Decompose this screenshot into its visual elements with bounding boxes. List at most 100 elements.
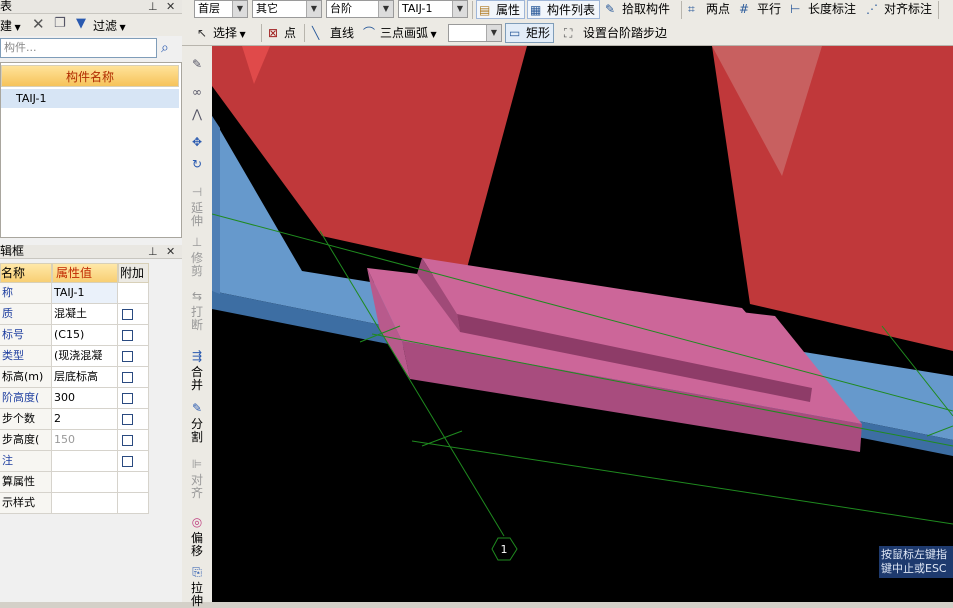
length-dim-icon[interactable]: ⊢ — [790, 2, 800, 16]
prop-checkbox[interactable] — [122, 309, 133, 320]
prop-value[interactable] — [52, 472, 118, 493]
prop-name: 步个数 — [0, 409, 52, 430]
prop-value[interactable]: (现浇混凝 — [52, 346, 118, 367]
category-select[interactable]: 其它 ▼ — [252, 0, 322, 18]
parallel-icon[interactable]: # — [739, 2, 749, 16]
filter-button[interactable]: 过滤 ▼ — [93, 17, 126, 34]
prop-value[interactable]: TAIJ-1 — [52, 283, 118, 304]
prop-value[interactable]: 300 — [52, 388, 118, 409]
category-select-value: 其它 — [256, 2, 278, 15]
move-icon[interactable]: ✥ — [190, 136, 204, 149]
two-points-icon[interactable]: ⌗ — [688, 2, 695, 16]
component-list: 构件名称 TAIJ-1 — [0, 62, 182, 238]
prop-checkbox[interactable] — [122, 414, 133, 425]
parallel-button[interactable]: 平行 — [757, 0, 781, 18]
prop-name: 称 — [0, 283, 52, 304]
prop-value[interactable] — [52, 451, 118, 472]
list-toolbar: 建 ▼ ✕ ❐ ▼ 过滤 ▼ — [0, 14, 182, 36]
rect-button[interactable]: ▭ 矩形 — [505, 23, 554, 43]
left-panel: 表 ⊥ ✕ 建 ▼ ✕ ❐ ▼ 过滤 ▼ 构件... ⌕ 构件名称 TAIJ-1… — [0, 0, 182, 602]
separator — [304, 24, 305, 42]
property-button[interactable]: ▤ 属性 — [476, 0, 525, 19]
prop-checkbox[interactable] — [122, 435, 133, 446]
pin-icon[interactable]: ⊥ — [148, 0, 158, 13]
prop-name: 标高(m) — [0, 367, 52, 388]
merge-label[interactable]: 合并 — [190, 366, 204, 392]
point-icon: ⊠ — [268, 26, 279, 40]
offset-icon: ◎ — [191, 515, 203, 529]
prop-value[interactable]: 2 — [52, 409, 118, 430]
length-dim-button[interactable]: 长度标注 — [808, 0, 856, 18]
viewport-3d[interactable]: 1 — [212, 46, 953, 602]
chevron-down-icon: ▼ — [486, 25, 501, 41]
arc-button[interactable]: 三点画弧 ▼ — [380, 24, 437, 44]
rotate-icon[interactable]: ↻ — [190, 158, 204, 171]
pick-button[interactable]: 拾取构件 — [622, 0, 670, 18]
prop-name: 类型 — [0, 346, 52, 367]
align-dim-icon[interactable]: ⋰ — [866, 2, 878, 16]
component-list-button-label: 构件列表 — [547, 3, 596, 17]
prop-value[interactable]: 150 — [52, 430, 118, 451]
prop-name: 示样式 — [0, 493, 52, 514]
filter-button-label: 过滤 — [93, 19, 118, 33]
axis-label: 1 — [501, 543, 508, 556]
mirror-copy-icon[interactable]: ∞ — [190, 86, 204, 99]
separator — [681, 1, 682, 19]
extend-label[interactable]: 延伸 — [190, 202, 204, 228]
align-label[interactable]: 对齐 — [190, 474, 204, 500]
prop-name: 注 — [0, 451, 52, 472]
prop-checkbox[interactable] — [122, 393, 133, 404]
type-select[interactable]: 台阶 ▼ — [326, 0, 394, 18]
prop-name: 算属性 — [0, 472, 52, 493]
component-list-button[interactable]: ▦ 构件列表 — [527, 0, 600, 19]
step-edge-button[interactable]: 设置台阶踏步边 — [583, 24, 667, 42]
point-button[interactable]: 点 — [284, 24, 296, 42]
component-select[interactable]: TAIJ-1 ▼ — [398, 0, 468, 18]
floor-select[interactable]: 首层 ▼ — [194, 0, 248, 18]
break-label[interactable]: 打断 — [190, 306, 204, 332]
close-icon[interactable]: ✕ — [166, 245, 175, 258]
offset-label[interactable]: 偏移 — [190, 532, 204, 558]
status-hint-line: 按鼠标左键指 — [881, 548, 947, 561]
list-item[interactable]: TAIJ-1 — [1, 89, 179, 108]
close-icon[interactable]: ✕ — [166, 0, 175, 13]
drawing-canvas[interactable]: 1 按鼠标左键指 键中止或ESC — [212, 46, 953, 602]
props-titlebar: 辑框 ⊥ ✕ — [0, 245, 182, 259]
trim-label[interactable]: 修剪 — [190, 252, 204, 278]
status-hint-line: 键中止或ESC — [881, 562, 947, 575]
props-title: 辑框 — [0, 244, 25, 258]
draw-mode-select[interactable]: ▼ — [448, 24, 502, 42]
select-arrow-icon: ↖ — [197, 26, 208, 40]
separator — [261, 24, 262, 42]
prop-value[interactable]: (C15) — [52, 325, 118, 346]
merge-icon: ⇶ — [191, 349, 203, 363]
stretch-label[interactable]: 拉伸 — [190, 582, 204, 608]
search-input[interactable]: 构件... — [0, 38, 157, 58]
prop-checkbox[interactable] — [122, 456, 133, 467]
search-icon[interactable]: ⌕ — [161, 40, 169, 56]
type-select-value: 台阶 — [330, 2, 352, 15]
select-button[interactable]: 选择 ▼ — [213, 24, 246, 44]
pin-icon[interactable]: ⊥ — [148, 245, 158, 258]
filter-icon[interactable]: ▼ — [76, 16, 86, 31]
mirror-icon[interactable]: ⋀ — [190, 108, 204, 121]
prop-value[interactable]: 层底标高 — [52, 367, 118, 388]
align-dim-button[interactable]: 对齐标注 — [884, 0, 932, 18]
prop-checkbox[interactable] — [122, 351, 133, 362]
paint-icon[interactable]: ✎ — [190, 58, 204, 71]
line-button[interactable]: 直线 — [330, 24, 354, 42]
split-label[interactable]: 分割 — [190, 418, 204, 444]
align-icon: ⊫ — [191, 457, 203, 471]
prop-value[interactable]: 混凝土 — [52, 304, 118, 325]
two-points-button[interactable]: 两点 — [706, 0, 730, 18]
property-icon: ▤ — [479, 3, 491, 17]
toolbar-top: 首层 ▼ 其它 ▼ 台阶 ▼ TAIJ-1 ▼ ▤ 属性 ▦ 构件列表 ✎ 拾取构件 ⌗… — [182, 0, 953, 20]
prop-checkbox[interactable] — [122, 330, 133, 341]
pick-icon[interactable]: ✎ — [605, 2, 615, 16]
copy-icon[interactable]: ❐ — [54, 16, 66, 31]
toolbar-draw: ↖ 选择 ▼ ⊠ 点 ╲ 直线 ⌒ 三点画弧 ▼ ▼ ▭ 矩形 ⛶ 设置台阶踏步… — [182, 20, 953, 46]
prop-value[interactable] — [52, 493, 118, 514]
prop-checkbox[interactable] — [122, 372, 133, 383]
delete-icon[interactable]: ✕ — [32, 15, 45, 33]
new-button[interactable]: 建 ▼ — [0, 17, 21, 34]
